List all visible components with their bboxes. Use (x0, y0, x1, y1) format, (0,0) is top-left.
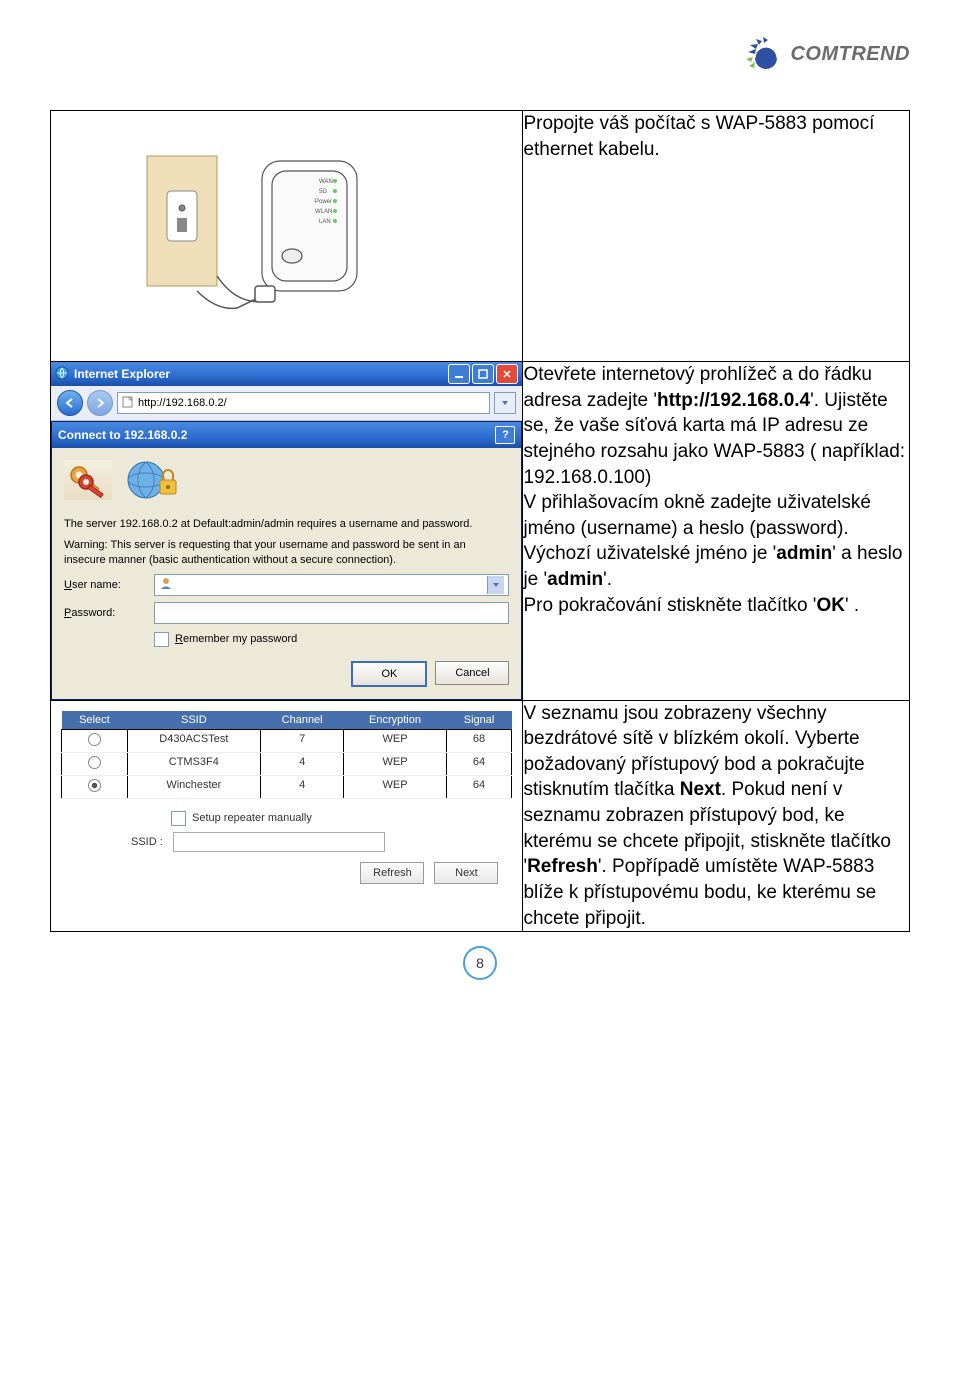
wifi-table: Select SSID Channel Encryption Signal D4… (61, 711, 512, 799)
col-select: Select (62, 711, 128, 730)
svg-text:WAN: WAN (319, 179, 333, 185)
col-signal: Signal (446, 711, 512, 730)
svg-text:Power: Power (315, 199, 332, 205)
ie-title: Internet Explorer (74, 367, 170, 381)
chevron-down-icon[interactable] (487, 576, 504, 594)
go-dropdown[interactable] (494, 392, 516, 414)
cell-ch: 4 (260, 752, 344, 775)
cell-sig: 64 (446, 775, 512, 798)
login-dialog-title: Connect to 192.168.0.2 (58, 428, 187, 442)
password-input[interactable] (154, 602, 509, 624)
wifi-panel: Select SSID Channel Encryption Signal D4… (51, 701, 522, 898)
help-button[interactable]: ? (495, 426, 515, 444)
svg-text:WLAN: WLAN (315, 209, 332, 215)
radio-select[interactable] (88, 756, 101, 769)
ok-button[interactable]: OK (351, 661, 427, 687)
svg-text:LAN: LAN (319, 219, 331, 225)
row2-admin1: admin (776, 543, 832, 564)
close-button[interactable] (496, 364, 518, 384)
server-text: The server 192.168.0.2 at Default:admin/… (64, 517, 509, 532)
row2-okcz: OK (816, 595, 845, 616)
globe-lock-icon (122, 458, 182, 505)
warning-text: Warning: This server is requesting that … (64, 538, 509, 568)
row2-text-3c: '. (603, 569, 612, 590)
cell-ssid: D430ACSTest (127, 729, 260, 752)
col-encryption: Encryption (344, 711, 446, 730)
row1-text: Propojte váš počítač s WAP-5883 pomocí e… (523, 113, 874, 160)
logo-text: COMTREND (790, 43, 910, 66)
cell-enc: WEP (344, 775, 446, 798)
password-label: Password: (64, 607, 154, 619)
ie-window: Internet Explorer (51, 362, 522, 421)
row2-text-4a: Pro pokračování stiskněte tlačítko ' (523, 595, 816, 616)
row2-url: http://192.168.0.4 (657, 390, 810, 411)
cell-enc: WEP (344, 729, 446, 752)
username-label: UUser name:ser name: (64, 579, 154, 591)
radio-select[interactable] (88, 779, 101, 792)
setup-manual-label: Setup repeater manually (192, 812, 312, 824)
radio-select[interactable] (88, 733, 101, 746)
forward-button[interactable] (87, 390, 113, 416)
device-illustration: WAN 5G Power WLAN LAN (51, 111, 522, 361)
brand-logo: COMTREND (736, 30, 910, 78)
ssid-label: SSID : (131, 836, 163, 848)
remember-checkbox[interactable] (154, 632, 169, 647)
table-row: D430ACSTest 7 WEP 68 (62, 729, 512, 752)
cell-ssid: Winchester (127, 775, 260, 798)
login-dialog: Connect to 192.168.0.2 ? (51, 421, 522, 700)
address-text: http://192.168.0.2/ (138, 397, 227, 409)
page-number: 8 (463, 946, 497, 980)
page-icon (122, 396, 134, 411)
cell-sig: 64 (446, 752, 512, 775)
username-input[interactable] (154, 574, 509, 596)
row3-next: Next (680, 779, 721, 800)
maximize-button[interactable] (472, 364, 494, 384)
address-bar[interactable]: http://192.168.0.2/ (117, 392, 490, 414)
minimize-button[interactable] (448, 364, 470, 384)
user-icon (159, 576, 173, 593)
cell-ch: 7 (260, 729, 344, 752)
row3-refresh: Refresh (527, 856, 598, 877)
setup-manual-checkbox[interactable] (171, 811, 186, 826)
ie-icon (55, 366, 69, 383)
logo-icon (736, 30, 784, 78)
row2-text-4b: ' . (845, 595, 859, 616)
cell-sig: 68 (446, 729, 512, 752)
col-ssid: SSID (127, 711, 260, 730)
col-channel: Channel (260, 711, 344, 730)
table-row: CTMS3F4 4 WEP 64 (62, 752, 512, 775)
next-button[interactable]: Next (434, 862, 498, 884)
remember-label: Remember my password (175, 633, 297, 645)
back-button[interactable] (57, 390, 83, 416)
ssid-input[interactable] (173, 832, 385, 852)
instruction-table: WAN 5G Power WLAN LAN (50, 110, 910, 932)
cell-ch: 4 (260, 775, 344, 798)
cell-ssid: CTMS3F4 (127, 752, 260, 775)
svg-text:5G: 5G (319, 189, 327, 195)
table-row: Winchester 4 WEP 64 (62, 775, 512, 798)
cell-enc: WEP (344, 752, 446, 775)
ie-titlebar: Internet Explorer (51, 362, 522, 386)
cancel-button[interactable]: Cancel (435, 661, 509, 685)
refresh-button[interactable]: Refresh (360, 862, 424, 884)
keys-icon (64, 460, 112, 503)
row2-admin2: admin (547, 569, 603, 590)
